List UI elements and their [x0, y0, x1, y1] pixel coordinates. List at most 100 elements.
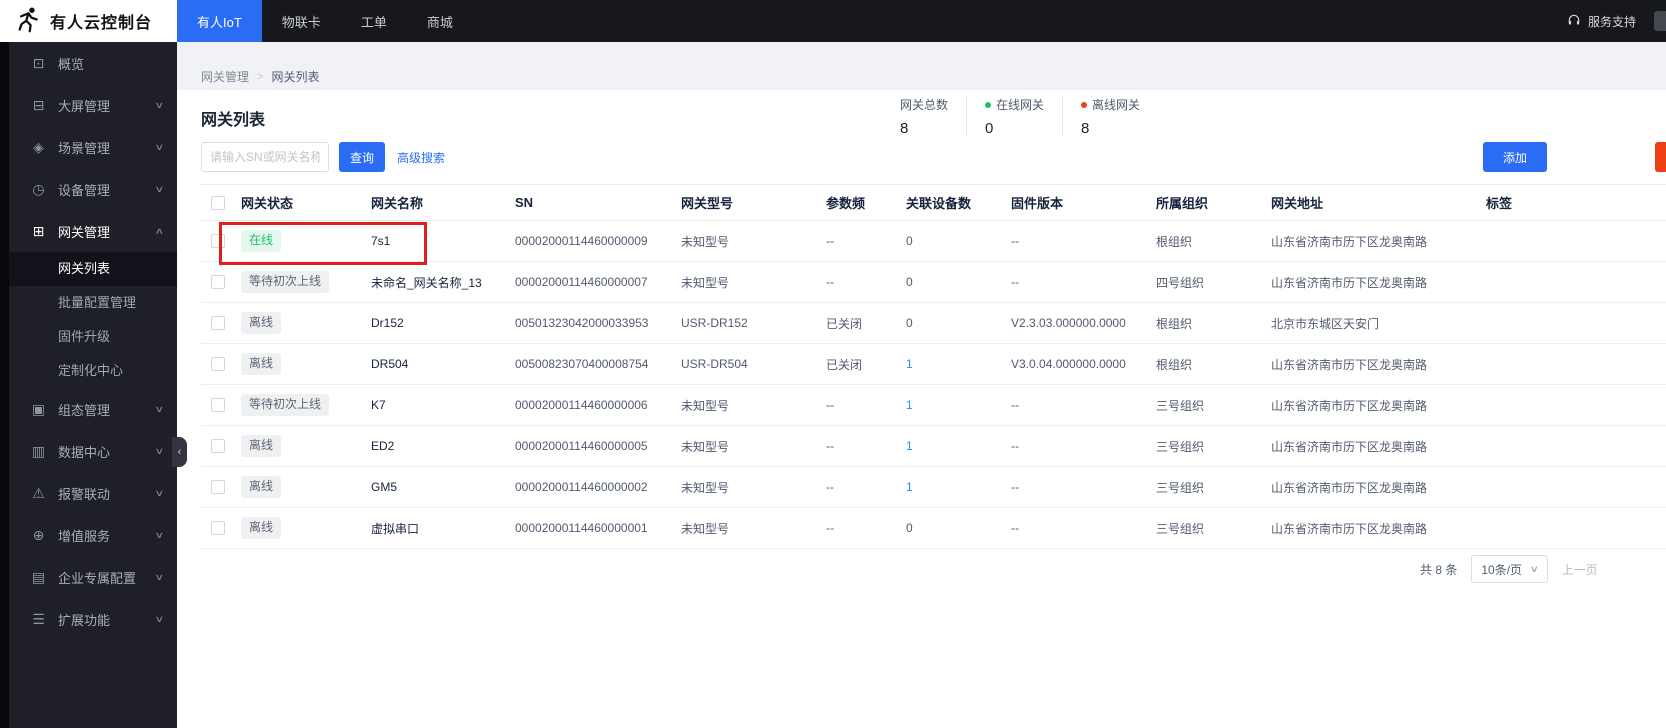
device-count: 0 — [906, 316, 913, 330]
add-button[interactable]: 添加 — [1483, 142, 1547, 172]
gateway-tag — [1486, 466, 1666, 508]
sidebar-item-设备管理[interactable]: ◷ 设备管理 ∨ — [0, 168, 177, 210]
gateway-model: 未知型号 — [681, 425, 826, 467]
gateway-model: 未知型号 — [681, 220, 826, 262]
column-header-固件版本: 固件版本 — [1011, 184, 1156, 221]
row-checkbox[interactable] — [211, 316, 225, 331]
page-size-select[interactable]: 10条/页 ∨ — [1471, 555, 1548, 583]
stat-label: 网关总数 — [900, 96, 948, 113]
table-body: 在线 7s1 00002000114460000009 未知型号 -- 0 -- 根组织 山东省… — [201, 220, 1666, 549]
content-card: 网关列表 网关总数8在线网关0离线网关8 查询 高级搜索 添加 网关状态网关名称… — [177, 90, 1666, 728]
organization: 四号组织 — [1156, 261, 1271, 303]
sidebar-item-网关管理[interactable]: ⊞ 网关管理 ∧ — [0, 210, 177, 252]
row-checkbox[interactable] — [211, 234, 225, 249]
gateway-name[interactable]: 7s1 — [371, 220, 515, 262]
row-checkbox[interactable] — [211, 480, 225, 495]
gateway-model: 未知型号 — [681, 466, 826, 508]
topbar-tab-有人IoT[interactable]: 有人IoT — [177, 0, 262, 42]
sidebar-item-增值服务[interactable]: ⊕ 增值服务 ∨ — [0, 514, 177, 556]
status-badge: 离线 — [241, 353, 282, 375]
sidebar-item-报警联动[interactable]: ⚠ 报警联动 ∨ — [0, 472, 177, 514]
prev-page-button[interactable]: 上一页 — [1562, 561, 1598, 578]
column-header-标签: 标签 — [1486, 184, 1666, 221]
chevron-down-icon: ∨ — [154, 487, 165, 498]
alarm-bell-icon: ⚠ — [32, 484, 45, 501]
breadcrumb-item[interactable]: 网关列表 — [271, 68, 319, 85]
avatar[interactable] — [1654, 11, 1666, 31]
sidebar-item-组态管理[interactable]: ▣ 组态管理 ∨ — [0, 388, 177, 430]
topbar-tabs: 有人IoT 物联卡 工单 商城 — [177, 0, 473, 42]
device-count-link[interactable]: 1 — [906, 398, 913, 412]
organization: 根组织 — [1156, 302, 1271, 344]
gateway-tag — [1486, 343, 1666, 385]
stat-label: 离线网关 — [1081, 96, 1140, 113]
gateway-name[interactable]: DR504 — [371, 343, 515, 385]
select-all-checkbox[interactable] — [211, 196, 225, 211]
row-checkbox[interactable] — [211, 357, 225, 372]
gateway-address: 北京市东城区天安门 — [1271, 302, 1486, 344]
sidebar-subitem-网关列表[interactable]: 网关列表 — [0, 252, 177, 286]
breadcrumb: 网关管理 > 网关列表 — [201, 68, 319, 85]
left-edge-strip — [0, 42, 9, 728]
sidebar-subitem-固件升级[interactable]: 固件升级 — [0, 320, 177, 354]
row-checkbox[interactable] — [211, 521, 225, 536]
sidebar-item-数据中心[interactable]: ▥ 数据中心 ∨ — [0, 430, 177, 472]
topbar-tab-工单[interactable]: 工单 — [341, 0, 407, 42]
sidebar-item-label: 设备管理 — [58, 182, 111, 198]
gateway-stats: 网关总数 8 在线网关 0 离线网关 8 — [900, 96, 1158, 137]
table-row: 离线 ED2 00002000114460000005 未知型号 -- 1 -- 三号组织 山东… — [201, 425, 1666, 467]
advanced-search-link[interactable]: 高级搜索 — [397, 149, 445, 166]
support-link[interactable]: 服务支持 — [1588, 13, 1636, 30]
gateway-name[interactable]: 未命名_网关名称_13 — [371, 261, 515, 303]
sidebar-item-label: 数据中心 — [58, 444, 111, 460]
table-row: 离线 GM5 00002000114460000002 未知型号 -- 1 -- 三号组织 山东… — [201, 466, 1666, 508]
hmi-config-icon: ▣ — [31, 400, 46, 417]
gateway-address: 山东省济南市历下区龙奥南路 — [1271, 425, 1486, 467]
breadcrumb-item[interactable]: 网关管理 — [201, 68, 249, 85]
gateway-param: -- — [826, 425, 906, 467]
row-checkbox[interactable] — [211, 398, 225, 413]
sidebar-subitem-定制化中心[interactable]: 定制化中心 — [0, 354, 177, 388]
logo[interactable]: 有人云控制台 — [0, 0, 177, 42]
row-checkbox[interactable] — [211, 275, 225, 290]
search-input[interactable] — [201, 142, 329, 172]
sidebar-collapse-handle[interactable]: ‹ — [172, 437, 187, 467]
sidebar-item-label: 报警联动 — [58, 486, 111, 502]
stat-离线网关: 离线网关 8 — [1062, 96, 1158, 137]
query-button[interactable]: 查询 — [339, 142, 385, 172]
status-badge: 等待初次上线 — [241, 271, 330, 293]
gateway-name[interactable]: ED2 — [371, 425, 515, 467]
stat-label-text: 网关总数 — [900, 98, 949, 112]
sidebar-item-企业专属配置[interactable]: ▤ 企业专属配置 ∨ — [0, 556, 177, 598]
device-count-link[interactable]: 1 — [906, 480, 913, 494]
organization: 三号组织 — [1156, 384, 1271, 426]
column-header-网关地址: 网关地址 — [1271, 184, 1486, 221]
sidebar-item-label: 大屏管理 — [58, 98, 111, 114]
row-checkbox[interactable] — [211, 439, 225, 454]
gateway-name[interactable]: K7 — [371, 384, 515, 426]
stat-label-text: 在线网关 — [996, 98, 1045, 112]
device-count-link[interactable]: 1 — [906, 357, 913, 371]
status-dot — [985, 101, 992, 108]
device-count: 0 — [906, 275, 913, 289]
device-count-link[interactable]: 1 — [906, 439, 913, 453]
sidebar-item-概览[interactable]: ⊡ 概览 — [0, 42, 177, 84]
device-icon: ◷ — [32, 180, 45, 197]
gateway-name[interactable]: GM5 — [371, 466, 515, 508]
gateway-name[interactable]: 虚拟串口 — [371, 507, 515, 549]
stat-在线网关: 在线网关 0 — [966, 96, 1062, 137]
chevron-down-icon: ∨ — [154, 445, 165, 456]
organization: 根组织 — [1156, 220, 1271, 262]
topbar-tab-物联卡[interactable]: 物联卡 — [262, 0, 341, 42]
column-header-所属组织: 所属组织 — [1156, 184, 1271, 221]
topbar-tab-商城[interactable]: 商城 — [407, 0, 473, 42]
sidebar-subitem-批量配置管理[interactable]: 批量配置管理 — [0, 286, 177, 320]
logo-text: 有人云控制台 — [50, 15, 153, 32]
sidebar-item-场景管理[interactable]: ◈ 场景管理 ∨ — [0, 126, 177, 168]
chevron-down-icon: ∨ — [154, 99, 165, 110]
sidebar-item-大屏管理[interactable]: ⊟ 大屏管理 ∨ — [0, 84, 177, 126]
gateway-address: 山东省济南市历下区龙奥南路 — [1271, 220, 1486, 262]
danger-button[interactable] — [1655, 142, 1666, 172]
sidebar-item-扩展功能[interactable]: ☰ 扩展功能 ∨ — [0, 598, 177, 640]
gateway-name[interactable]: Dr152 — [371, 302, 515, 344]
